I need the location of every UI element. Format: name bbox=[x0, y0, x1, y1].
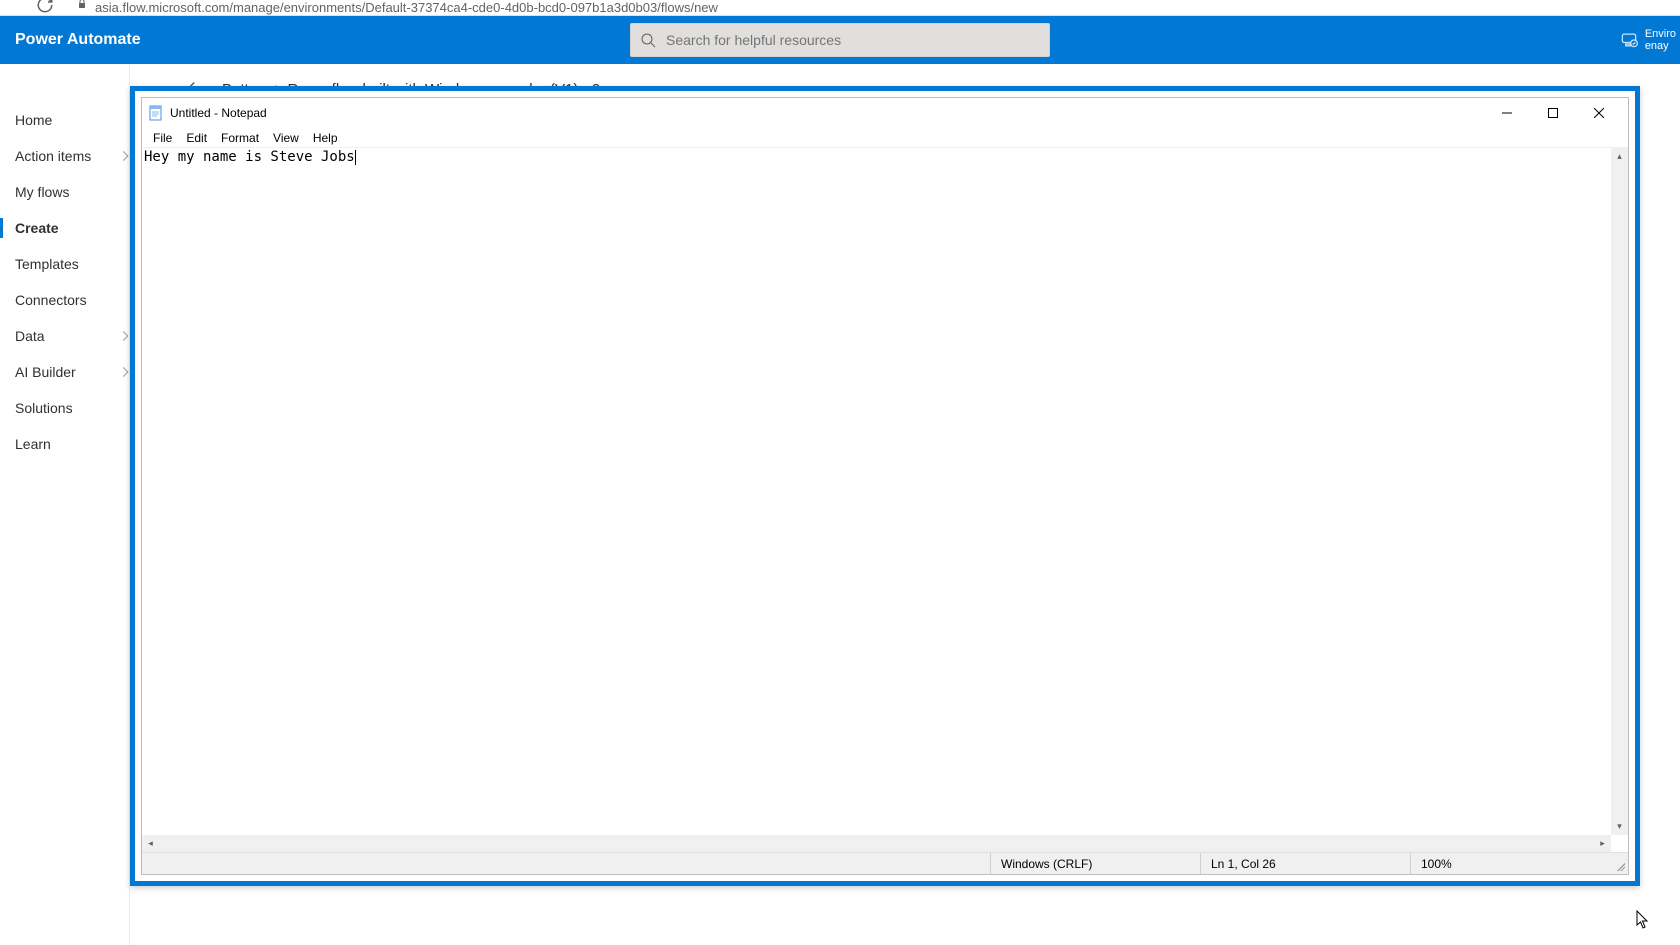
menu-help[interactable]: Help bbox=[306, 131, 345, 145]
nav-label: Templates bbox=[15, 256, 79, 272]
maximize-button[interactable] bbox=[1530, 98, 1576, 128]
scroll-down-icon[interactable]: ▾ bbox=[1611, 818, 1628, 835]
lock-icon bbox=[76, 0, 88, 13]
menu-file[interactable]: File bbox=[146, 131, 179, 145]
nav-ai-builder[interactable]: AI Builder bbox=[0, 354, 129, 390]
nav-label: My flows bbox=[15, 184, 69, 200]
notepad-content: Hey my name is Steve Jobs bbox=[144, 149, 355, 165]
notepad-app-icon bbox=[148, 105, 164, 121]
scroll-left-icon[interactable]: ◂ bbox=[142, 835, 159, 852]
notepad-menubar: File Edit Format View Help bbox=[142, 128, 1628, 148]
vertical-scrollbar[interactable]: ▴ ▾ bbox=[1611, 148, 1628, 835]
nav-solutions[interactable]: Solutions bbox=[0, 390, 129, 426]
environment-picker[interactable]: Enviro enay bbox=[1619, 28, 1680, 52]
horizontal-scrollbar[interactable]: ◂ ▸ bbox=[142, 835, 1611, 852]
url-text[interactable]: asia.flow.microsoft.com/manage/environme… bbox=[95, 0, 718, 15]
menu-view[interactable]: View bbox=[266, 131, 306, 145]
sidebar-nav: Home Action items My flows Create Templa… bbox=[0, 64, 130, 945]
nav-label: Learn bbox=[15, 436, 51, 452]
text-caret bbox=[355, 150, 356, 165]
nav-home[interactable]: Home bbox=[0, 102, 129, 138]
nav-my-flows[interactable]: My flows bbox=[0, 174, 129, 210]
status-position: Ln 1, Col 26 bbox=[1200, 853, 1410, 874]
nav-label: Create bbox=[15, 220, 59, 236]
nav-learn[interactable]: Learn bbox=[0, 426, 129, 462]
nav-connectors[interactable]: Connectors bbox=[0, 282, 129, 318]
browser-address-bar: asia.flow.microsoft.com/manage/environme… bbox=[0, 0, 1680, 16]
env-line1: Enviro bbox=[1645, 28, 1676, 40]
flow-canvas: Button -> Run a flow built with Windows … bbox=[130, 64, 1680, 945]
notepad-highlight-frame: Untitled - Notepad File Edit bbox=[130, 86, 1640, 886]
nav-label: Action items bbox=[15, 148, 91, 164]
menu-edit[interactable]: Edit bbox=[179, 131, 214, 145]
minimize-button[interactable] bbox=[1484, 98, 1530, 128]
env-line2: enay bbox=[1645, 40, 1676, 52]
nav-create[interactable]: Create bbox=[0, 210, 129, 246]
scroll-up-icon[interactable]: ▴ bbox=[1611, 148, 1628, 165]
notepad-title-text: Untitled - Notepad bbox=[170, 106, 267, 120]
menu-format[interactable]: Format bbox=[214, 131, 266, 145]
app-title: Power Automate bbox=[15, 31, 141, 49]
nav-label: Data bbox=[15, 328, 45, 344]
nav-action-items[interactable]: Action items bbox=[0, 138, 129, 174]
app-header: Power Automate Enviro enay bbox=[0, 16, 1680, 64]
reload-icon[interactable] bbox=[36, 0, 54, 16]
nav-data[interactable]: Data bbox=[0, 318, 129, 354]
search-box[interactable] bbox=[630, 23, 1050, 57]
status-encoding: Windows (CRLF) bbox=[990, 853, 1200, 874]
search-input[interactable] bbox=[666, 32, 1040, 48]
status-zoom: 100% bbox=[1410, 853, 1510, 874]
nav-label: AI Builder bbox=[15, 364, 76, 380]
nav-label: Solutions bbox=[15, 400, 73, 416]
notepad-window[interactable]: Untitled - Notepad File Edit bbox=[141, 97, 1629, 875]
close-button[interactable] bbox=[1576, 98, 1622, 128]
scroll-right-icon[interactable]: ▸ bbox=[1594, 835, 1611, 852]
notepad-text-area[interactable]: Hey my name is Steve Jobs ▴ ▾ ◂ ▸ bbox=[142, 148, 1628, 852]
notepad-titlebar[interactable]: Untitled - Notepad bbox=[142, 98, 1628, 128]
nav-templates[interactable]: Templates bbox=[0, 246, 129, 282]
environment-icon bbox=[1619, 30, 1639, 50]
resize-grip-icon[interactable] bbox=[1610, 853, 1628, 874]
nav-label: Home bbox=[15, 112, 52, 128]
nav-label: Connectors bbox=[15, 292, 87, 308]
search-icon bbox=[640, 32, 656, 48]
notepad-statusbar: Windows (CRLF) Ln 1, Col 26 100% bbox=[142, 852, 1628, 874]
